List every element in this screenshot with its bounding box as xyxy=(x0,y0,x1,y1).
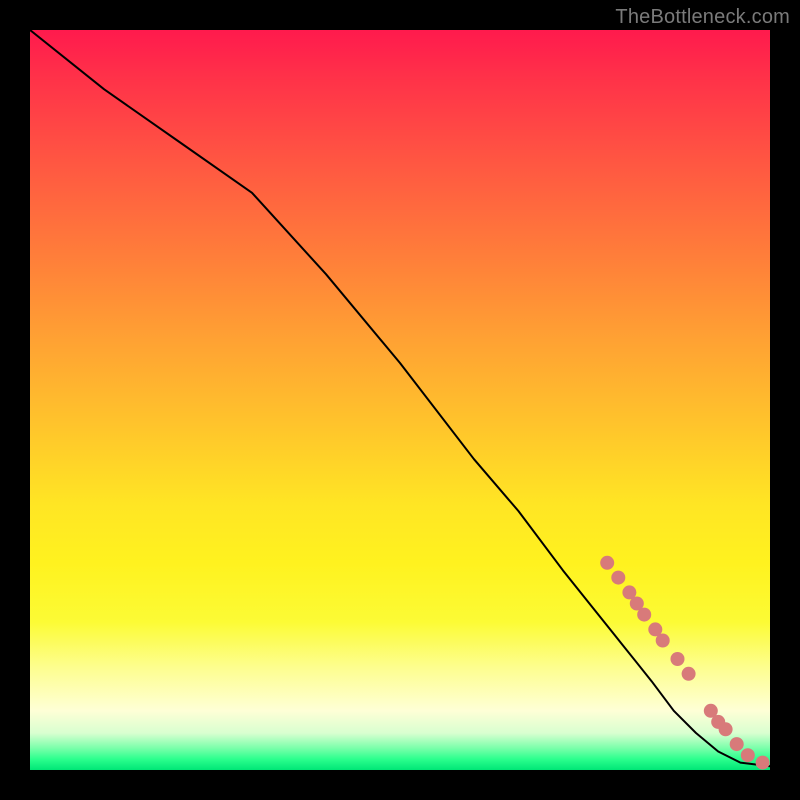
segment-marker xyxy=(756,756,770,770)
chart-frame: TheBottleneck.com xyxy=(0,0,800,800)
segment-marker xyxy=(730,737,744,751)
segment-marker xyxy=(611,571,625,585)
segment-markers xyxy=(600,556,770,770)
segment-marker xyxy=(637,608,651,622)
segment-marker xyxy=(682,667,696,681)
segment-marker xyxy=(656,634,670,648)
segment-marker xyxy=(600,556,614,570)
segment-marker xyxy=(741,748,755,762)
chart-overlay xyxy=(30,30,770,770)
plot-area xyxy=(30,30,770,770)
attribution-text: TheBottleneck.com xyxy=(615,6,790,29)
segment-marker xyxy=(671,652,685,666)
curve-line xyxy=(30,30,770,766)
segment-marker xyxy=(719,722,733,736)
